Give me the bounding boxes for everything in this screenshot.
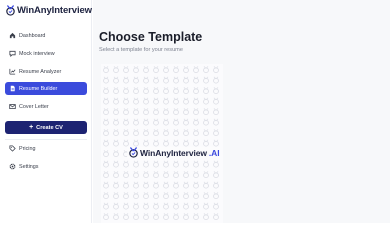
sidebar-item-label: Settings bbox=[19, 163, 39, 170]
app-logo[interactable]: WinAnyInterview.AI bbox=[5, 3, 106, 17]
chart-icon bbox=[9, 68, 16, 75]
logo-mark-icon bbox=[129, 147, 138, 158]
create-cv-label: Create CV bbox=[36, 124, 63, 131]
sidebar-item-resume-analyzer[interactable]: Resume Analyzer bbox=[5, 65, 87, 78]
sidebar-item-label: Dashboard bbox=[19, 32, 46, 39]
sidebar-item-pricing[interactable]: Pricing bbox=[5, 142, 87, 155]
page-title: Choose Template bbox=[99, 30, 203, 44]
sidebar-divider bbox=[5, 139, 87, 140]
sidebar-item-label: Resume Analyzer bbox=[19, 68, 62, 75]
document-icon bbox=[9, 85, 16, 92]
sidebar-item-label: Pricing bbox=[19, 145, 36, 152]
logo-mark-icon bbox=[6, 4, 15, 16]
watermark-pattern bbox=[101, 64, 223, 223]
sidebar-item-resume-builder[interactable]: Resume Builder bbox=[5, 82, 87, 95]
watermark-logo-text: WinAnyInterview .AI bbox=[140, 147, 220, 158]
sidebar-item-label: Mock interview bbox=[19, 50, 55, 57]
sidebar-item-cover-letter[interactable]: Cover Letter bbox=[5, 100, 87, 113]
mail-icon bbox=[9, 103, 16, 110]
main-content: Choose Template Select a template for yo… bbox=[93, 0, 390, 223]
sidebar-item-label: Cover Letter bbox=[19, 103, 49, 110]
watermark-logo: WinAnyInterview .AI bbox=[127, 147, 221, 158]
create-cv-button[interactable]: + Create CV bbox=[5, 121, 87, 134]
sidebar: WinAnyInterview.AI Dashboard Mock interv… bbox=[0, 0, 106, 223]
tag-icon bbox=[9, 145, 16, 152]
sidebar-item-dashboard[interactable]: Dashboard bbox=[5, 29, 87, 42]
sidebar-item-mock-interview[interactable]: Mock interview bbox=[5, 47, 87, 60]
chat-icon bbox=[9, 50, 16, 57]
home-icon bbox=[9, 32, 16, 39]
gear-icon bbox=[9, 163, 16, 170]
sidebar-item-label: Resume Builder bbox=[19, 85, 58, 92]
sidebar-item-settings[interactable]: Settings bbox=[5, 160, 87, 173]
plus-icon: + bbox=[29, 124, 34, 131]
template-preview-card[interactable]: WinAnyInterview .AI bbox=[101, 64, 223, 223]
page-subtitle: Select a template for your resume bbox=[99, 47, 183, 53]
